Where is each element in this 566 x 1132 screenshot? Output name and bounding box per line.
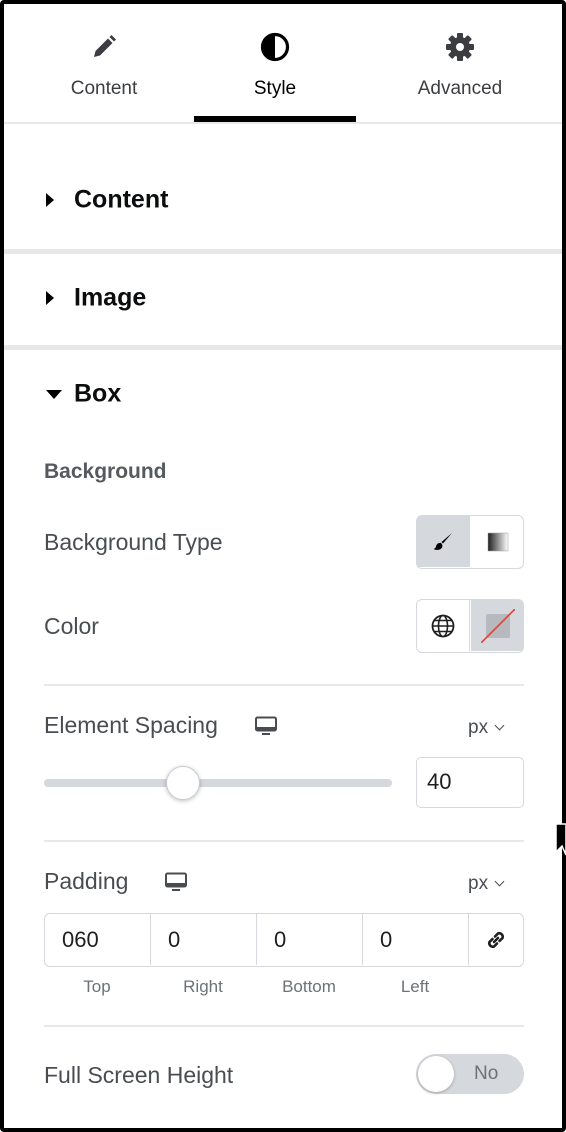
section-divider (4, 249, 562, 254)
padding-left-input[interactable]: 0 (363, 914, 469, 965)
control-divider (44, 840, 524, 842)
caret-right-icon (46, 291, 54, 305)
padding-unit: px (468, 873, 489, 894)
background-type-choices (416, 515, 524, 569)
element-spacing-unit-select[interactable]: px (468, 717, 505, 739)
section-content-header[interactable]: Content (4, 170, 562, 230)
section-image-title: Image (74, 283, 147, 312)
tab-advanced[interactable]: Advanced (370, 4, 550, 123)
panel-tabs: Content Style Advanced (4, 4, 562, 124)
style-panel: Content Style Advanced Content Image Box… (0, 0, 566, 1132)
section-content-title: Content (74, 185, 169, 214)
toggle-knob (418, 1056, 454, 1092)
desktop-icon[interactable] (254, 716, 278, 736)
section-box-header[interactable]: Box (4, 364, 562, 424)
mouse-cursor-icon (552, 822, 566, 858)
link-values-button[interactable] (469, 914, 523, 965)
tab-style-label: Style (253, 78, 297, 99)
control-divider (44, 1025, 524, 1027)
chevron-down-icon (494, 720, 505, 731)
tab-advanced-label: Advanced (417, 78, 503, 99)
element-spacing-label: Element Spacing (44, 712, 218, 738)
tab-content-label: Content (70, 78, 138, 99)
chevron-down-icon (494, 876, 505, 887)
padding-bottom-input[interactable]: 0 (257, 914, 363, 965)
padding-right-input[interactable]: 0 (151, 914, 257, 965)
caret-right-icon (46, 193, 54, 207)
element-spacing-slider-handle[interactable] (166, 766, 201, 800)
section-divider (4, 345, 562, 350)
tabs-divider (4, 122, 562, 124)
element-spacing-slider-track[interactable] (44, 779, 392, 787)
background-classic-button[interactable] (417, 516, 470, 567)
padding-dimensions: 060 0 0 0 (44, 913, 524, 967)
padding-top-label: Top (83, 977, 111, 996)
padding-left-label: Left (400, 977, 430, 996)
element-spacing-unit: px (468, 717, 489, 738)
tab-style[interactable]: Style (194, 4, 356, 123)
control-divider (44, 684, 524, 686)
color-label: Color (44, 613, 99, 639)
contrast-circle-icon (260, 32, 290, 62)
section-box-title: Box (74, 379, 122, 408)
desktop-icon[interactable] (164, 872, 188, 892)
full-screen-height-toggle[interactable]: No (416, 1054, 524, 1094)
color-controls (416, 599, 524, 653)
padding-bottom-label: Bottom (282, 977, 336, 996)
full-screen-height-label: Full Screen Height (44, 1062, 234, 1088)
element-spacing-input[interactable]: 40 (416, 757, 524, 808)
toggle-state-text: No (474, 1063, 499, 1084)
padding-right-label: Right (183, 977, 223, 996)
color-picker-swatch[interactable] (471, 600, 523, 651)
padding-top-input[interactable]: 060 (45, 914, 151, 965)
pencil-icon (89, 32, 119, 62)
background-heading: Background (44, 460, 167, 483)
tab-content[interactable]: Content (14, 4, 194, 123)
padding-label: Padding (44, 868, 129, 894)
background-gradient-button[interactable] (471, 516, 523, 567)
global-colors-button[interactable] (417, 600, 470, 651)
section-image-header[interactable]: Image (4, 268, 562, 328)
background-type-label: Background Type (44, 529, 223, 555)
link-icon (483, 927, 509, 958)
gear-icon (445, 32, 475, 62)
padding-unit-select[interactable]: px (468, 873, 505, 895)
caret-down-icon (46, 390, 62, 399)
